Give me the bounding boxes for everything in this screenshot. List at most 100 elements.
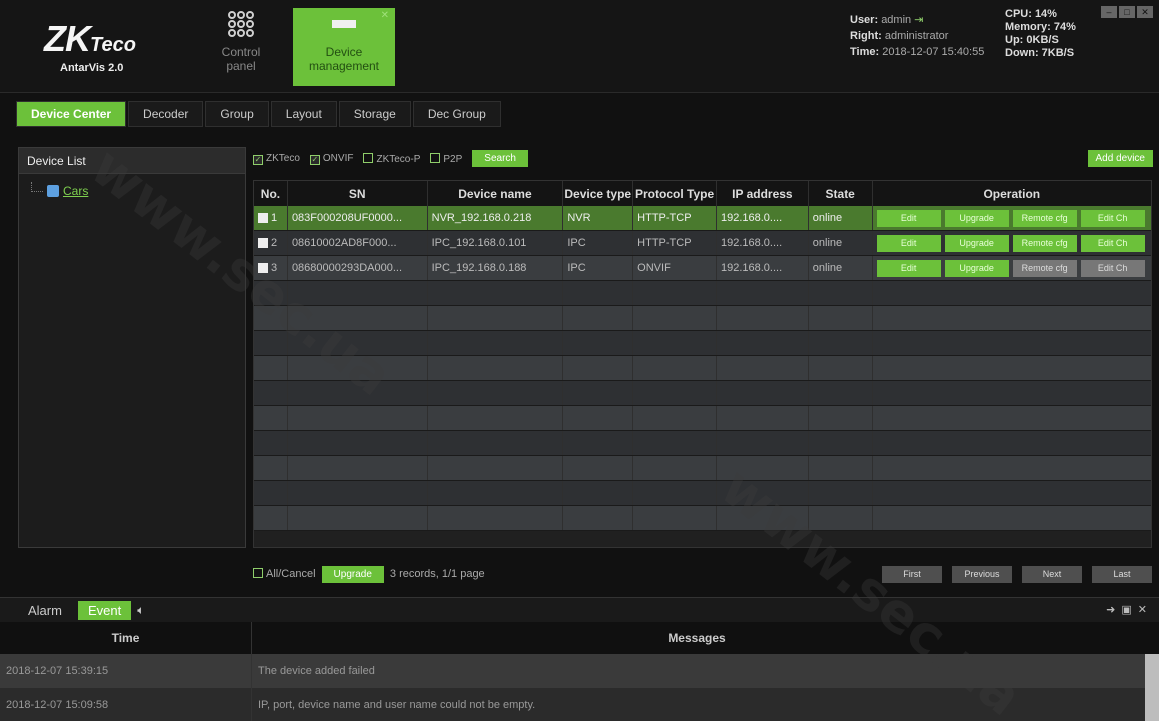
empty-cell: [563, 331, 634, 355]
edit-channel-button[interactable]: Edit Ch: [1080, 209, 1145, 227]
column-header[interactable]: Device name: [428, 181, 564, 206]
row-checkbox[interactable]: [258, 213, 268, 223]
empty-cell: [873, 506, 1151, 530]
column-header[interactable]: No.: [254, 181, 288, 206]
close-window-icon[interactable]: ✕: [1137, 6, 1153, 18]
first-page-button[interactable]: First: [882, 565, 942, 583]
tab-alarm[interactable]: Alarm: [18, 601, 72, 620]
empty-cell: [633, 331, 717, 355]
empty-cell: [288, 281, 428, 305]
filter-label: ZKTeco-P: [376, 153, 421, 165]
table-row: [254, 481, 1151, 506]
checkbox[interactable]: [253, 568, 263, 578]
column-header[interactable]: State: [809, 181, 873, 206]
edit-channel-button[interactable]: Edit Ch: [1080, 259, 1145, 277]
next-page-button[interactable]: Next: [1022, 565, 1082, 583]
empty-cell: [288, 431, 428, 455]
remote-cfg-button[interactable]: Remote cfg: [1012, 209, 1077, 227]
remote-cfg-button[interactable]: Remote cfg: [1012, 234, 1077, 252]
edit-button[interactable]: Edit: [876, 234, 941, 252]
empty-cell: [254, 506, 288, 530]
upgrade-button[interactable]: Upgrade: [944, 234, 1009, 252]
nav-control-panel[interactable]: Control panel: [190, 8, 292, 86]
cell-state: online: [809, 256, 873, 280]
empty-cell: [254, 281, 288, 305]
performance-info: CPU: 14% Memory: 74% Up: 0KB/S Down: 7KB…: [1005, 8, 1076, 60]
empty-cell: [633, 306, 717, 330]
scrollbar[interactable]: [1145, 654, 1159, 721]
upgrade-button[interactable]: Upgrade: [944, 209, 1009, 227]
empty-cell: [717, 381, 809, 405]
cell-no: 2: [271, 237, 278, 249]
tree-node-root[interactable]: Cars: [31, 182, 89, 198]
table-row[interactable]: 2 08610002AD8F000... IPC_192.168.0.101 IPC H…: [254, 231, 1151, 256]
remote-cfg-button[interactable]: Remote cfg: [1012, 259, 1077, 277]
tab-device-center[interactable]: Device Center: [16, 101, 127, 127]
tab-layout[interactable]: Layout: [270, 101, 337, 127]
add-device-button[interactable]: Add device: [1087, 150, 1153, 167]
column-header[interactable]: Protocol Type: [633, 181, 717, 206]
upload-speed: Up: 0KB/S: [1005, 34, 1059, 46]
column-header[interactable]: SN: [288, 181, 428, 206]
table-row: [254, 406, 1151, 431]
device-table: No. SN Device name Device type Protocol …: [253, 180, 1152, 548]
cell-type: IPC: [563, 231, 634, 255]
logout-icon[interactable]: ⇥: [914, 14, 923, 26]
cell-name: NVR_192.168.0.218: [428, 206, 564, 230]
checkbox[interactable]: [430, 152, 441, 163]
upgrade-button[interactable]: Upgrade: [321, 565, 384, 583]
empty-cell: [717, 406, 809, 430]
upgrade-button[interactable]: Upgrade: [944, 259, 1009, 277]
last-page-button[interactable]: Last: [1092, 565, 1152, 583]
empty-cell: [563, 481, 634, 505]
close-panel-icon[interactable]: ✕: [1138, 604, 1153, 616]
empty-cell: [633, 381, 717, 405]
maximize-icon[interactable]: □: [1119, 6, 1135, 18]
edit-button[interactable]: Edit: [876, 259, 941, 277]
tab-dec-group[interactable]: Dec Group: [412, 101, 501, 127]
cell-sn: 083F000208UF0000...: [288, 206, 428, 230]
checkbox[interactable]: [253, 154, 263, 165]
cell-ip: 192.168.0....: [717, 231, 809, 255]
checkbox[interactable]: [363, 152, 374, 163]
tab-storage[interactable]: Storage: [338, 101, 411, 127]
empty-cell: [288, 481, 428, 505]
table-row[interactable]: 1 083F000208UF0000... NVR_192.168.0.218 NVR…: [254, 206, 1151, 231]
pin-icon[interactable]: ➜: [1106, 604, 1121, 616]
event-row[interactable]: 2018-12-07 15:09:58 IP, port, device nam…: [0, 688, 1159, 721]
restore-icon[interactable]: ▣: [1121, 604, 1137, 616]
empty-cell: [428, 406, 564, 430]
column-header[interactable]: Device type: [563, 181, 634, 206]
table-row[interactable]: 3 08680000293DA000... IPC_192.168.0.188 IPC…: [254, 256, 1151, 281]
row-checkbox[interactable]: [258, 238, 268, 248]
empty-cell: [633, 406, 717, 430]
tab-group[interactable]: Group: [205, 101, 269, 127]
event-table-header: Time Messages: [0, 622, 1159, 654]
cell-no-wrap: 1: [254, 206, 288, 230]
minimize-icon[interactable]: –: [1101, 6, 1117, 18]
previous-page-button[interactable]: Previous: [952, 565, 1012, 583]
checkbox[interactable]: [309, 154, 320, 165]
tab-event[interactable]: Event: [77, 600, 132, 620]
sound-icon[interactable]: 🔈︎: [137, 603, 144, 618]
filter-zkteco[interactable]: ZKTeco: [253, 153, 300, 165]
empty-cell: [563, 431, 634, 455]
edit-channel-button[interactable]: Edit Ch: [1080, 234, 1145, 252]
close-icon[interactable]: ✕: [381, 10, 389, 21]
filter-onvif[interactable]: ONVIF: [309, 153, 353, 165]
cell-sn: 08610002AD8F000...: [288, 231, 428, 255]
edit-button[interactable]: Edit: [876, 209, 941, 227]
row-checkbox[interactable]: [258, 263, 268, 273]
filter-p2p[interactable]: P2P: [430, 152, 462, 165]
tree-node-label: Cars: [63, 184, 89, 198]
table-row: [254, 431, 1151, 456]
tab-decoder[interactable]: Decoder: [128, 101, 204, 127]
select-all[interactable]: All/Cancel: [253, 568, 316, 580]
filter-zkteco-p[interactable]: ZKTeco-P: [363, 152, 421, 165]
search-button[interactable]: Search: [472, 150, 528, 167]
column-header[interactable]: IP address: [717, 181, 809, 206]
event-row[interactable]: 2018-12-07 15:39:15 The device added fai…: [0, 654, 1159, 688]
empty-cell: [428, 281, 564, 305]
nav-device-management[interactable]: ✕ Device management: [293, 8, 395, 86]
cell-state: online: [809, 206, 873, 230]
